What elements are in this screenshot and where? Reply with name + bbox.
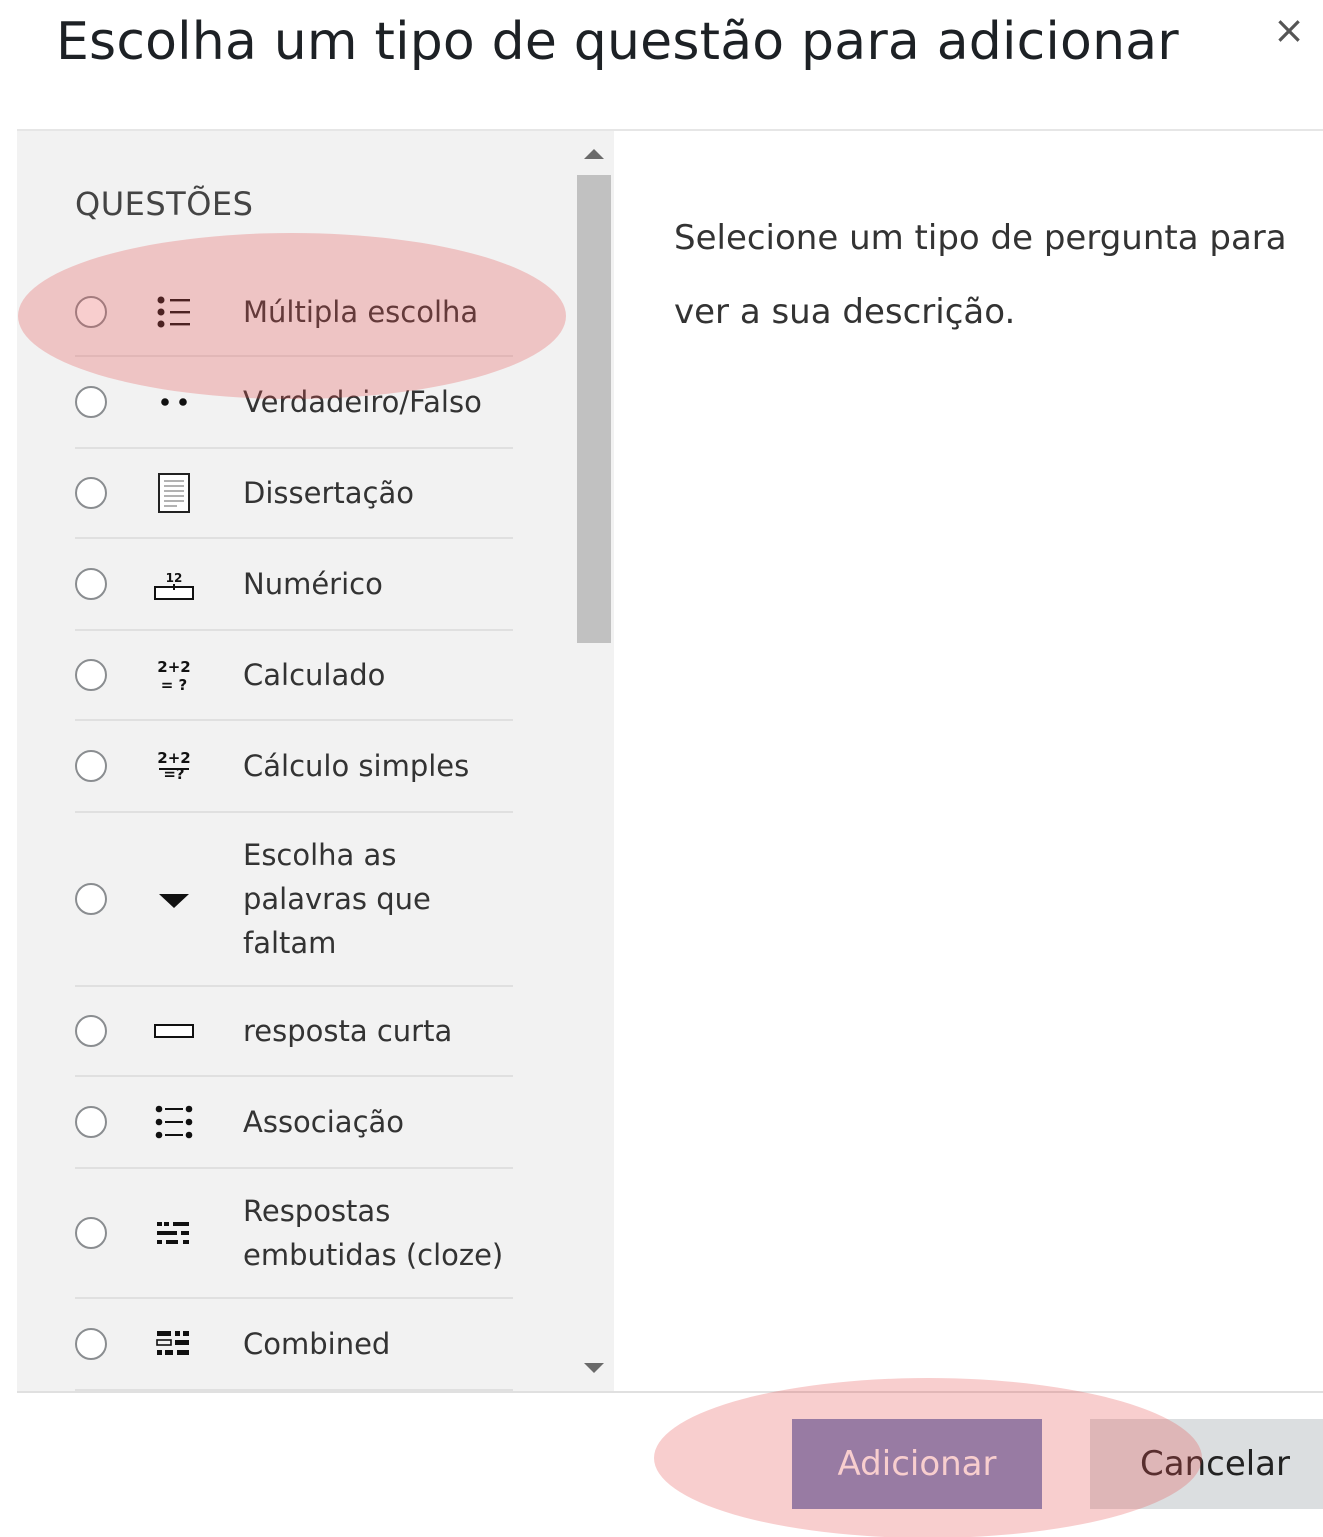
cloze-icon	[153, 1212, 195, 1254]
option-label: Dissertação	[243, 476, 414, 510]
option-matching[interactable]: Associação	[75, 1077, 513, 1169]
option-label: Associação	[243, 1105, 405, 1139]
radio-essay[interactable]	[75, 477, 107, 509]
option-calculated[interactable]: 2+2 = ? Calculado	[75, 631, 513, 721]
close-icon[interactable]: ×	[1267, 8, 1311, 52]
radio-gapselect[interactable]	[75, 883, 107, 915]
combined-icon	[153, 1323, 195, 1365]
radio-cloze[interactable]	[75, 1217, 107, 1249]
scroll-up-arrow-icon[interactable]	[584, 149, 604, 159]
radio-truefalse[interactable]	[75, 386, 107, 418]
svg-text:= ?: = ?	[161, 676, 188, 694]
option-label: Calculado	[243, 658, 386, 692]
question-type-list-panel: QUESTÕES Múltipla escolha Verdadeiro/Fal…	[17, 131, 614, 1391]
calculated-icon: 2+2 = ?	[153, 654, 195, 696]
svg-text:12: 12	[166, 571, 183, 585]
multichoice-icon	[153, 291, 195, 333]
list-scrollbar[interactable]	[576, 131, 612, 1391]
option-label: Escolha as palavras que faltam	[243, 838, 431, 960]
option-multichoice[interactable]: Múltipla escolha	[75, 269, 513, 357]
option-label: Verdadeiro/Falso	[243, 385, 482, 419]
matching-icon	[153, 1101, 195, 1143]
description-text: Selecione um tipo de pergunta para ver a…	[674, 218, 1287, 332]
radio-calculated-simple[interactable]	[75, 750, 107, 782]
option-label: Múltipla escolha	[243, 295, 479, 329]
scroll-down-arrow-icon[interactable]	[584, 1363, 604, 1373]
option-label: Cálculo simples	[243, 749, 470, 783]
radio-multichoice[interactable]	[75, 296, 107, 328]
short-answer-icon	[153, 1010, 195, 1052]
section-label: QUESTÕES	[75, 185, 254, 223]
numerical-icon: 12	[153, 563, 195, 605]
radio-calculated[interactable]	[75, 659, 107, 691]
option-label: Numérico	[243, 567, 383, 601]
option-label: resposta curta	[243, 1014, 453, 1048]
cancel-button[interactable]: Cancelar	[1090, 1419, 1323, 1509]
add-button[interactable]: Adicionar	[792, 1419, 1042, 1509]
essay-icon	[153, 472, 195, 514]
question-type-dialog: Escolha um tipo de questão para adiciona…	[0, 0, 1323, 1537]
radio-combined[interactable]	[75, 1328, 107, 1360]
option-label: Combined	[243, 1327, 391, 1361]
option-essay[interactable]: Dissertação	[75, 449, 513, 539]
scroll-thumb[interactable]	[577, 175, 611, 643]
svg-text:=?: =?	[163, 765, 184, 783]
option-calculated-simple[interactable]: 2+2 =? Cálculo simples	[75, 721, 513, 813]
option-combined[interactable]: Combined	[75, 1299, 513, 1391]
radio-numerical[interactable]	[75, 568, 107, 600]
option-shortanswer[interactable]: resposta curta	[75, 987, 513, 1077]
option-numerical[interactable]: 12 Numérico	[75, 539, 513, 631]
option-truefalse[interactable]: Verdadeiro/Falso	[75, 357, 513, 449]
dropdown-triangle-icon	[153, 878, 195, 920]
svg-text:2+2: 2+2	[157, 658, 190, 676]
truefalse-icon	[153, 381, 195, 423]
radio-matching[interactable]	[75, 1106, 107, 1138]
dialog-footer: Adicionar Cancelar	[17, 1391, 1323, 1537]
option-gapselect[interactable]: Escolha as palavras que faltam	[75, 813, 513, 987]
radio-shortanswer[interactable]	[75, 1015, 107, 1047]
option-cloze[interactable]: Respostas embutidas (cloze)	[75, 1169, 513, 1299]
question-type-options: Múltipla escolha Verdadeiro/Falso Disser…	[75, 269, 513, 1391]
dialog-header: Escolha um tipo de questão para adiciona…	[0, 0, 1323, 130]
dialog-body: QUESTÕES Múltipla escolha Verdadeiro/Fal…	[17, 129, 1323, 1391]
option-label: Respostas embutidas (cloze)	[243, 1194, 504, 1272]
dialog-title: Escolha um tipo de questão para adiciona…	[56, 12, 1179, 72]
calculated-simple-icon: 2+2 =?	[153, 745, 195, 787]
description-panel: Selecione um tipo de pergunta para ver a…	[614, 131, 1323, 1391]
